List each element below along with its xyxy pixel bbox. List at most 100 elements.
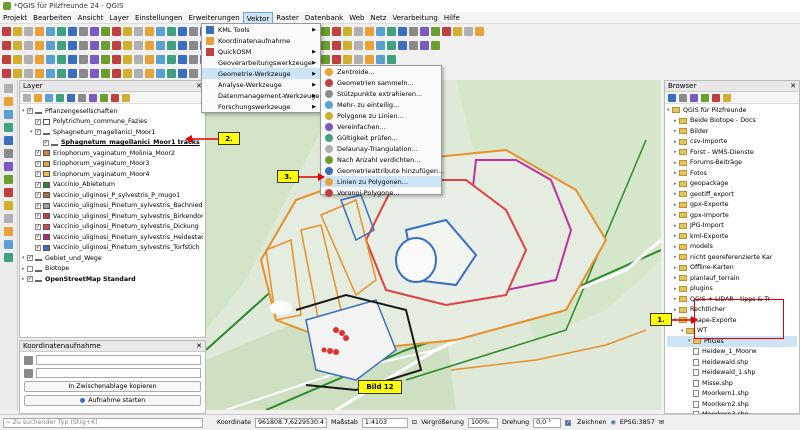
layer-visibility-checkbox[interactable]: ✓ (35, 160, 41, 167)
toolbar2-tool-30-icon[interactable] (321, 40, 330, 50)
toolbar4-tool-16-icon[interactable] (167, 68, 176, 78)
layer-row[interactable]: ✓ Vaccinio_uliginosi_Pinetum_sylvestris_T… (22, 243, 203, 254)
toolbar2-tool-8-icon[interactable] (79, 40, 88, 50)
layer-visibility-checkbox[interactable]: ✓ (35, 181, 41, 188)
menu-web[interactable]: Web (346, 12, 367, 24)
toolbar4-tool-3-icon[interactable] (24, 68, 33, 78)
toolbar4-tool-4-icon[interactable] (35, 68, 44, 78)
layer-row[interactable]: ▾ ✓ Sphagnetum_magellanici_Moor1 (22, 127, 203, 138)
toolbar1-tool-16-icon[interactable] (167, 26, 176, 36)
toolbar2-tool-39-icon[interactable] (420, 40, 429, 50)
layer-row[interactable]: ✓ Vaccinio_Abietetum (22, 180, 203, 191)
layer-visibility-checkbox[interactable]: ✓ (35, 129, 41, 136)
left-tool-6-icon[interactable] (4, 149, 13, 158)
layer-visibility-checkbox[interactable]: ✓ (27, 276, 33, 283)
layer-visibility-checkbox[interactable]: ✓ (35, 202, 41, 209)
toolbar3-tool-7-icon[interactable] (68, 54, 77, 64)
toolbar3-tool-3-icon[interactable] (24, 54, 33, 64)
toolbar3-tool-2-icon[interactable] (13, 54, 22, 64)
geometry-menu-item-7[interactable]: Gültigkeit prüfen... (321, 132, 441, 143)
browser-panel-tool-4-icon[interactable] (701, 94, 709, 102)
crs-icon[interactable] (24, 368, 33, 378)
left-tool-14-icon[interactable] (4, 253, 13, 262)
locator-search-input[interactable]: ⌕ Zu suchender Typ (Strg+K) (3, 417, 203, 428)
layer-visibility-checkbox[interactable] (27, 265, 33, 272)
menu-verarbeitung[interactable]: Verarbeitung (389, 12, 440, 24)
browser-item[interactable]: ▸ JPG-Import (667, 221, 797, 232)
toolbar1-tool-10-icon[interactable] (101, 26, 110, 36)
toolbar3-tool-6-icon[interactable] (57, 54, 66, 64)
toolbar1-tool-12-icon[interactable] (123, 26, 132, 36)
toolbar1-tool-15-icon[interactable] (156, 26, 165, 36)
toolbar4-tool-9-icon[interactable] (90, 68, 99, 78)
toolbar3-tool-8-icon[interactable] (79, 54, 88, 64)
geometry-menu-item-10[interactable]: Geometrieattribute hinzufügen... (321, 165, 444, 176)
rotation-field[interactable]: 0,0 ° (533, 417, 562, 428)
toolbar1-tool-18-icon[interactable] (189, 26, 198, 36)
toolbar2-tool-31-icon[interactable] (332, 40, 341, 50)
menu-vektor[interactable]: Vektor (242, 11, 274, 24)
magnifier-field[interactable]: 100% (468, 417, 498, 428)
toolbar3-tool-35-icon[interactable] (376, 54, 385, 64)
left-tool-8-icon[interactable] (4, 175, 13, 184)
toolbar3-tool-15-icon[interactable] (156, 54, 165, 64)
geometry-menu-item-4[interactable]: Mehr- zu einteilig... (321, 99, 441, 110)
menu-layer[interactable]: Layer (106, 12, 132, 24)
left-tool-1-icon[interactable] (4, 84, 13, 93)
toolbar1-tool-37-icon[interactable] (398, 26, 407, 36)
browser-item[interactable]: ▾ QGIS für Pilzfreunde (667, 105, 797, 116)
layer-row[interactable]: ✓ Vaccinio_uliginosi_Pinetum_sylvestris_B… (22, 211, 203, 222)
browser-item[interactable]: ▸ csv-Importe (667, 137, 797, 148)
toolbar3-tool-32-icon[interactable] (343, 54, 352, 64)
layer-panel-tool-5-icon[interactable] (67, 94, 75, 102)
layer-row[interactable]: ▾ ✓ Gebiet_und_Wege (22, 253, 203, 264)
layer-panel-tool-8-icon[interactable] (100, 94, 108, 102)
layer-row[interactable]: ▾ ✓ Pflanzengesellschaften (22, 106, 203, 117)
geometry-menu-item-8[interactable]: Delaunay-Triangulation... (321, 143, 441, 154)
browser-item[interactable]: Heidewald.shp (667, 357, 797, 368)
geometry-menu-item-1[interactable]: Zentroide... (321, 66, 441, 77)
vektor-menu-item-5[interactable]: Geometrie-Werkzeuge ▶ (202, 68, 320, 79)
toolbar1-tool-7-icon[interactable] (68, 26, 77, 36)
toolbar1-tool-40-icon[interactable] (431, 26, 440, 36)
toolbar3-tool-4-icon[interactable] (35, 54, 44, 64)
toolbar2-tool-2-icon[interactable] (13, 40, 22, 50)
toolbar4-tool-13-icon[interactable] (134, 68, 143, 78)
layer-visibility-checkbox[interactable]: ✓ (43, 139, 49, 146)
toolbar1-tool-35-icon[interactable] (376, 26, 385, 36)
toolbar3-tool-30-icon[interactable] (321, 54, 330, 64)
layer-visibility-checkbox[interactable]: ✓ (35, 223, 41, 230)
lock-icon[interactable]: ⊡ (412, 419, 417, 426)
toolbar2-tool-35-icon[interactable] (376, 40, 385, 50)
toolbar4-tool-17-icon[interactable] (178, 68, 187, 78)
toolbar2-tool-34-icon[interactable] (365, 40, 374, 50)
layer-panel-tool-9-icon[interactable] (111, 94, 119, 102)
menu-datenbank[interactable]: Datenbank (302, 12, 346, 24)
vektor-menu-item-8[interactable]: Forschungswerkzeuge ▶ (202, 101, 320, 112)
layer-visibility-checkbox[interactable]: ✓ (27, 255, 33, 262)
coordinate-field[interactable]: 961808.7,6229530.4 (254, 417, 327, 428)
left-tool-5-icon[interactable] (4, 136, 13, 145)
browser-panel-tool-6-icon[interactable] (723, 94, 731, 102)
toolbar4-tool-12-icon[interactable] (123, 68, 132, 78)
toolbar2-tool-14-icon[interactable] (145, 40, 154, 50)
browser-item[interactable]: ▸ geopackage (667, 179, 797, 190)
toolbar2-tool-18-icon[interactable] (189, 40, 198, 50)
toolbar1-tool-17-icon[interactable] (178, 26, 187, 36)
toolbar1-tool-39-icon[interactable] (420, 26, 429, 36)
toolbar1-tool-4-icon[interactable] (35, 26, 44, 36)
toolbar3-tool-36-icon[interactable] (387, 54, 396, 64)
vektor-menu-item-1[interactable]: KML Tools ▶ (202, 24, 320, 35)
toolbar4-tool-1-icon[interactable] (2, 68, 11, 78)
toolbar2-tool-7-icon[interactable] (68, 40, 77, 50)
geometry-menu-item-3[interactable]: Stützpunkte extrahieren... (321, 88, 441, 99)
menu-erweiterungen[interactable]: Erweiterungen (185, 12, 242, 24)
toolbar2-tool-36-icon[interactable] (387, 40, 396, 50)
toolbar2-tool-11-icon[interactable] (112, 40, 121, 50)
toolbar1-tool-14-icon[interactable] (145, 26, 154, 36)
left-tool-11-icon[interactable] (4, 214, 13, 223)
layer-row[interactable]: ✓ Polytrichum_commune_Fazies (22, 117, 203, 128)
globe-icon[interactable]: ◉ (610, 419, 616, 426)
toolbar2-tool-6-icon[interactable] (57, 40, 66, 50)
layer-row[interactable]: ✓ Eriophorum_vaginatum_Molinia_Moor2 (22, 148, 203, 159)
